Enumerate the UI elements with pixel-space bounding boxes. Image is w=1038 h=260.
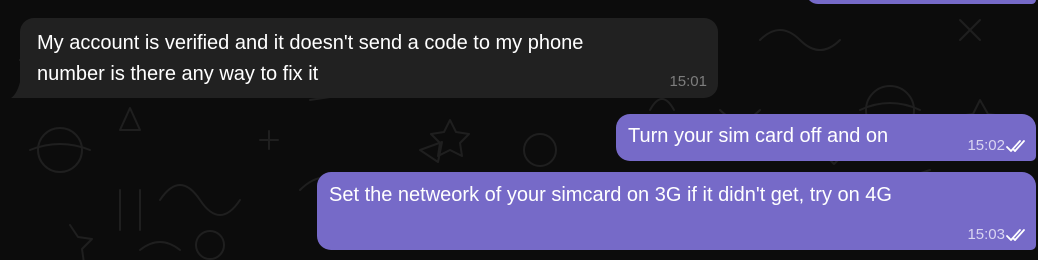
- message-bubble-outgoing-partial: [806, 0, 1036, 4]
- message-bubble-incoming[interactable]: My account is verified and it doesn't se…: [20, 18, 718, 98]
- message-meta: 15:02: [967, 137, 1030, 154]
- message-text: My account is verified and it doesn't se…: [37, 32, 584, 85]
- message-text: Set the netweork of your simcard on 3G i…: [329, 184, 892, 206]
- message-meta: 15:01: [669, 73, 707, 90]
- message-bubble-outgoing[interactable]: Turn your sim card off and on 15:02: [616, 114, 1036, 161]
- message-time: 15:03: [967, 226, 1005, 243]
- bubble-tail: [11, 82, 20, 98]
- message-bubble-outgoing[interactable]: Set the netweork of your simcard on 3G i…: [317, 172, 1036, 250]
- read-double-check-icon: [1006, 227, 1030, 243]
- message-time: 15:01: [669, 73, 707, 90]
- message-time: 15:02: [967, 137, 1005, 154]
- read-double-check-icon: [1006, 138, 1030, 154]
- message-text: Turn your sim card off and on: [628, 125, 889, 147]
- message-meta: 15:03: [967, 226, 1030, 243]
